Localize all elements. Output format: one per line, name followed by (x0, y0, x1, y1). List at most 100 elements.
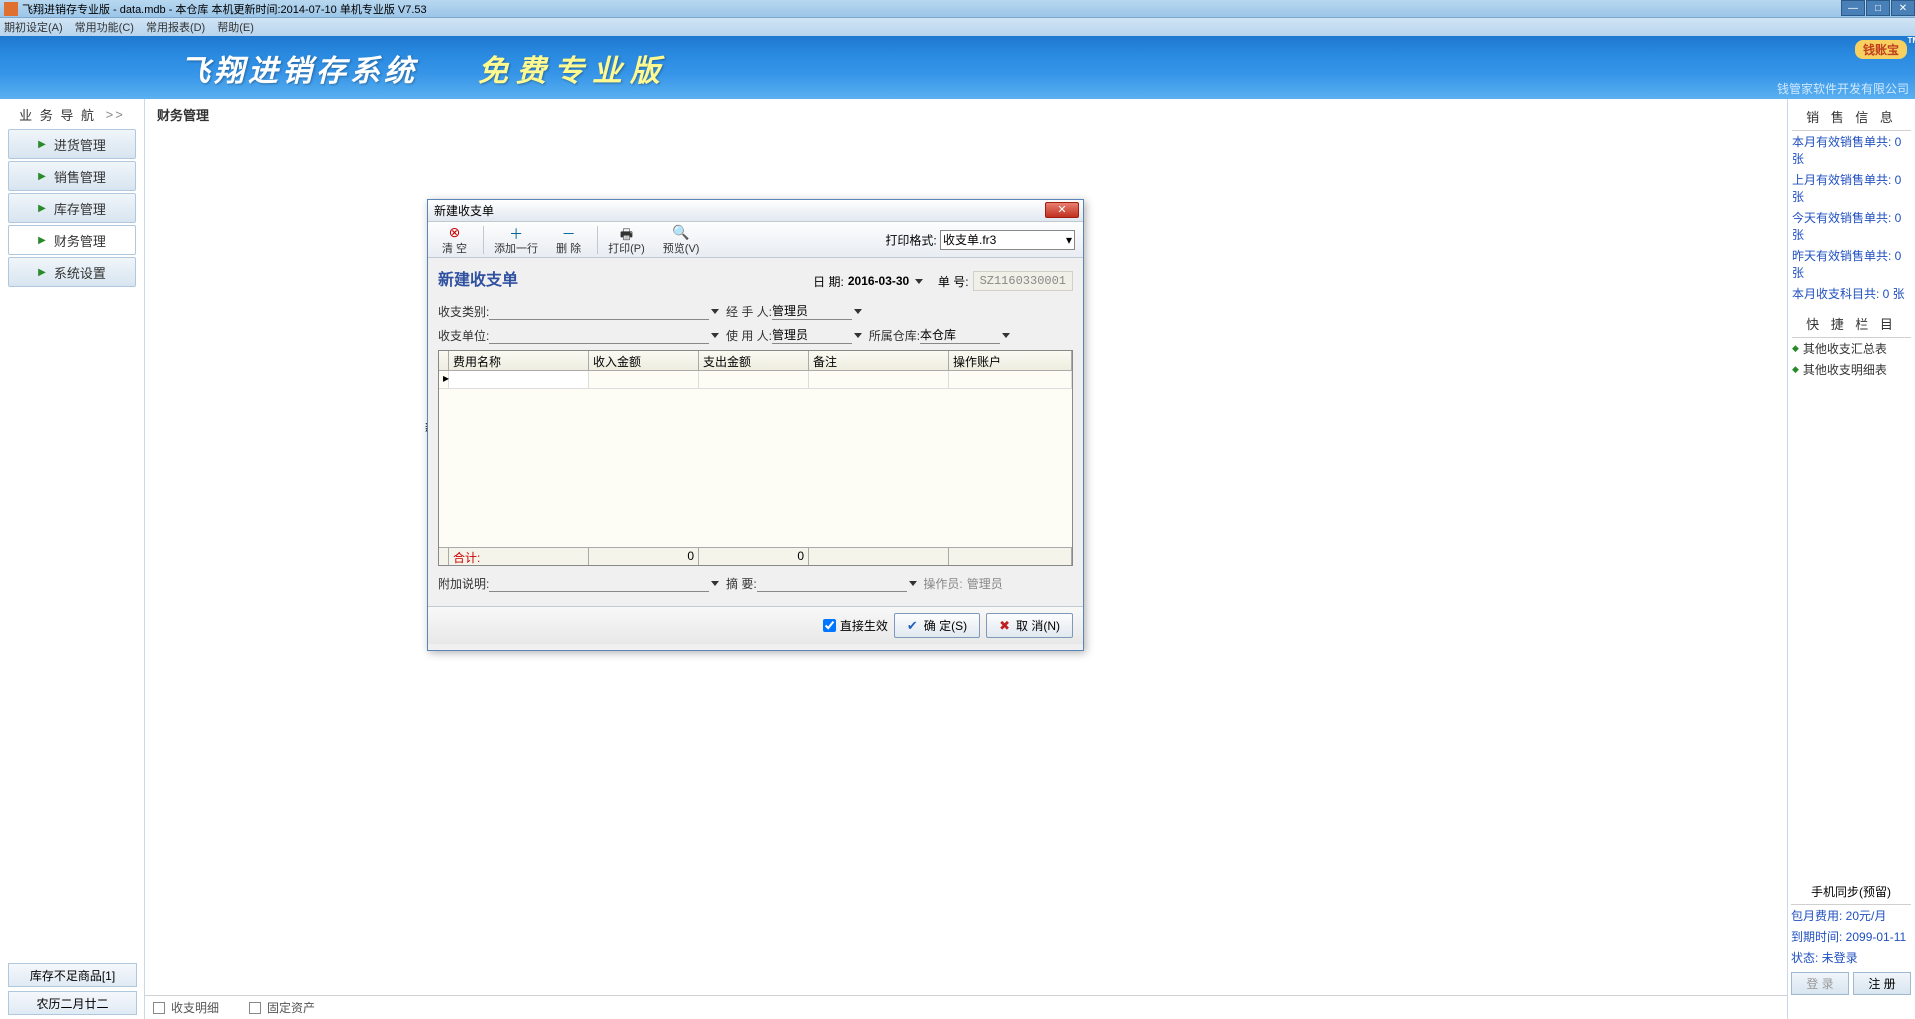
arrows-icon: >> (100, 107, 125, 122)
shortcut-item[interactable]: ◆其他收支明细表 (1792, 359, 1911, 380)
note-label: 附加说明: (438, 575, 489, 592)
summary-label: 摘 要: (726, 575, 757, 592)
nav-finance[interactable]: ▶财务管理 (8, 225, 136, 255)
new-receipt-dialog: 新建收支单 ✕ ⊗清 空 ＋添加一行 －删 除 🖶打印(P) 🔍预览(V) 打印… (427, 199, 1084, 651)
check-icon: ✔ (907, 618, 918, 634)
chevron-down-icon[interactable] (915, 279, 923, 284)
low-stock-button[interactable]: 库存不足商品[1] (8, 963, 137, 987)
chevron-down-icon[interactable] (1002, 333, 1010, 338)
user-value[interactable]: 管理员 (772, 326, 852, 344)
sales-link[interactable]: 昨天有效销售单共: 0 张 (1792, 245, 1911, 283)
register-button[interactable]: 注 册 (1853, 972, 1911, 995)
cell-name[interactable] (449, 371, 589, 389)
nav-stock[interactable]: ▶库存管理 (8, 193, 136, 223)
tab-detail[interactable]: 收支明细 (153, 999, 219, 1016)
summary-input[interactable] (757, 574, 907, 592)
sync-header: 手机同步(预留) (1791, 879, 1911, 905)
footer-tabs: 收支明细 固定资产 (145, 995, 1787, 1019)
sync-fee: 包月费用: 20元/月 (1791, 905, 1911, 926)
tab-assets[interactable]: 固定资产 (249, 999, 315, 1016)
login-button[interactable]: 登 录 (1791, 972, 1849, 995)
note-input[interactable] (489, 574, 709, 592)
close-button[interactable]: ✕ (1891, 0, 1915, 16)
col-name: 费用名称 (449, 351, 589, 370)
items-grid[interactable]: 费用名称 收入金额 支出金额 备注 操作账户 ▸ 合计: 0 0 (438, 350, 1073, 566)
menu-func[interactable]: 常用功能(C) (75, 19, 134, 35)
chevron-down-icon[interactable] (854, 333, 862, 338)
sales-link[interactable]: 上月有效销售单共: 0 张 (1792, 169, 1911, 207)
bullet-icon: ◆ (1792, 343, 1799, 354)
clear-button[interactable]: ⊗清 空 (436, 224, 473, 256)
sales-link[interactable]: 今天有效销售单共: 0 张 (1792, 207, 1911, 245)
preview-button[interactable]: 🔍预览(V) (657, 224, 706, 256)
sales-info-header: 销 售 信 息 (1792, 103, 1911, 131)
menu-report[interactable]: 常用报表(D) (146, 19, 205, 35)
dialog-titlebar[interactable]: 新建收支单 ✕ (428, 200, 1083, 222)
warehouse-label: 所属仓库: (869, 327, 920, 344)
ok-button[interactable]: ✔确 定(S) (894, 613, 980, 638)
delete-button[interactable]: －删 除 (550, 224, 587, 256)
arrow-icon: ▶ (38, 171, 46, 182)
sync-status: 状态: 未登录 (1791, 947, 1911, 968)
chevron-down-icon[interactable] (854, 309, 862, 314)
minus-icon: － (556, 224, 581, 240)
banner-badge: 钱账宝 (1855, 40, 1907, 59)
row-indicator: ▸ (439, 371, 449, 389)
menubar: 期初设定(A) 常用功能(C) 常用报表(D) 帮助(E) (0, 18, 1915, 36)
sales-link[interactable]: 本月收支科目共: 0 张 (1792, 283, 1911, 304)
chevron-down-icon[interactable] (711, 309, 719, 314)
window-title: 飞翔进销存专业版 - data.mdb - 本仓库 本机更新时间:2014-07… (22, 1, 427, 17)
operator-label: 操作员: (923, 575, 962, 592)
dialog-footer: 直接生效 ✔确 定(S) ✖取 消(N) (428, 606, 1083, 644)
shortcut-item[interactable]: ◆其他收支汇总表 (1792, 338, 1911, 359)
category-input[interactable] (489, 302, 709, 320)
maximize-button[interactable]: □ (1866, 0, 1890, 16)
addrow-button[interactable]: ＋添加一行 (488, 224, 544, 256)
banner: 飞翔进销存系统 免费专业版 钱账宝 钱管家软件开发有限公司 (0, 36, 1915, 99)
date-value[interactable]: 2016-03-30 (848, 274, 909, 288)
col-expense: 支出金额 (699, 351, 809, 370)
preview-icon: 🔍 (663, 224, 700, 240)
nav-purchase[interactable]: ▶进货管理 (8, 129, 136, 159)
minimize-button[interactable]: — (1841, 0, 1865, 16)
menu-help[interactable]: 帮助(E) (217, 19, 254, 35)
grid-row[interactable]: ▸ (439, 371, 1072, 389)
unit-label: 收支单位: (438, 327, 489, 344)
cancel-button[interactable]: ✖取 消(N) (986, 613, 1073, 638)
dialog-toolbar: ⊗清 空 ＋添加一行 －删 除 🖶打印(P) 🔍预览(V) 打印格式: 收支单.… (428, 222, 1083, 258)
col-account: 操作账户 (949, 351, 1072, 370)
chevron-down-icon[interactable] (711, 333, 719, 338)
sync-expiry: 到期时间: 2099-01-11 (1791, 926, 1911, 947)
dialog-close-button[interactable]: ✕ (1045, 202, 1079, 218)
plus-icon: ＋ (494, 224, 538, 240)
print-format-select[interactable]: 收支单.fr3▾ (940, 230, 1075, 250)
menu-init[interactable]: 期初设定(A) (4, 19, 63, 35)
print-button[interactable]: 🖶打印(P) (602, 224, 651, 256)
total-income: 0 (589, 548, 699, 565)
nav-settings[interactable]: ▶系统设置 (8, 257, 136, 287)
unit-input[interactable] (489, 326, 709, 344)
receipt-number: SZ1160330001 (973, 271, 1073, 291)
banner-title-sub: 免费专业版 (478, 46, 668, 90)
warehouse-value[interactable]: 本仓库 (920, 326, 1000, 344)
handler-value[interactable]: 管理员 (772, 302, 852, 320)
chevron-down-icon[interactable] (909, 581, 917, 586)
nav-sales[interactable]: ▶销售管理 (8, 161, 136, 191)
grid-header: 费用名称 收入金额 支出金额 备注 操作账户 (439, 351, 1072, 371)
content-header: 财务管理 (145, 99, 1787, 129)
form-title: 新建收支单 (438, 266, 518, 290)
chevron-down-icon[interactable] (711, 581, 719, 586)
sales-link[interactable]: 本月有效销售单共: 0 张 (1792, 131, 1911, 169)
separator (483, 226, 484, 254)
printer-icon: 🖶 (608, 224, 645, 240)
col-income: 收入金额 (589, 351, 699, 370)
shortcut-header: 快 捷 栏 目 (1792, 310, 1911, 338)
direct-effect-checkbox[interactable]: 直接生效 (823, 617, 888, 634)
arrow-icon: ▶ (38, 267, 46, 278)
category-label: 收支类别: (438, 303, 489, 320)
dialog-body: 新建收支单 日 期: 2016-03-30 单 号: SZ1160330001 … (428, 258, 1083, 606)
sidebar-header: 业 务 导 航 >> (0, 99, 144, 129)
total-label: 合计: (449, 548, 589, 565)
operator-value: 管理员 (963, 575, 1007, 592)
bullet-icon: ◆ (1792, 364, 1799, 375)
